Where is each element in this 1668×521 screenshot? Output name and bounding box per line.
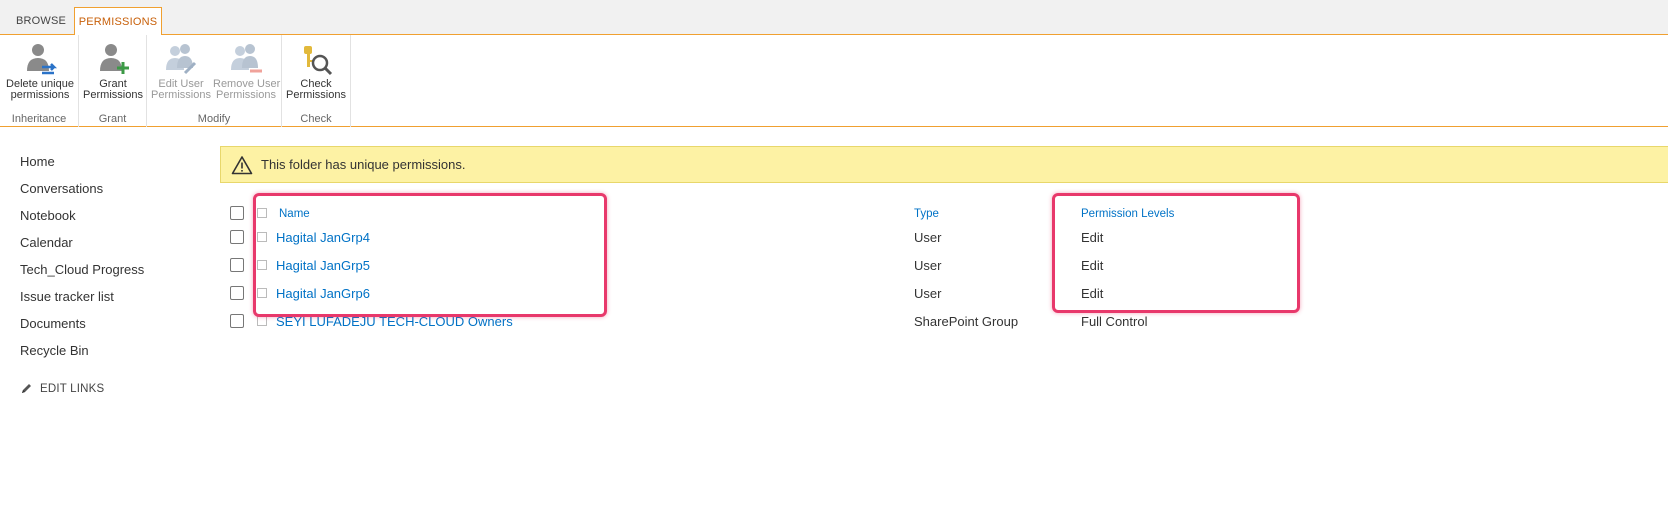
- nav-item-notebook[interactable]: Notebook: [20, 202, 200, 229]
- ribbon-group-grant: Grant Permissions Grant: [79, 35, 147, 127]
- row-checkbox[interactable]: [230, 230, 244, 244]
- row-type: User: [914, 286, 942, 301]
- check-label-2: Permissions: [286, 89, 346, 101]
- nav-item-home[interactable]: Home: [20, 148, 200, 175]
- ribbon-group-inheritance: Delete unique permissions Inheritance: [0, 35, 79, 127]
- table-row: Hagital JanGrp5 User Edit: [220, 252, 1320, 280]
- tab-permissions[interactable]: PERMISSIONS: [74, 7, 162, 36]
- unique-permissions-banner: This folder has unique permissions.: [220, 146, 1668, 183]
- ribbon-group-label-grant: Grant: [98, 113, 127, 125]
- row-type: User: [914, 230, 942, 245]
- select-all-mini-checkbox[interactable]: [257, 208, 267, 218]
- remove-user-permissions-icon: [231, 44, 262, 73]
- left-navigation: Home Conversations Notebook Calendar Tec…: [20, 148, 200, 364]
- table-row: SEYI LUFADEJU TECH-CLOUD Owners SharePoi…: [220, 308, 1320, 336]
- ribbon: Delete unique permissions Inheritance Gr…: [0, 35, 1668, 127]
- ribbon-group-label-check: Check: [300, 113, 332, 125]
- nav-item-calendar[interactable]: Calendar: [20, 229, 200, 256]
- edit-links-label: EDIT LINKS: [40, 382, 105, 395]
- row-checkbox[interactable]: [230, 258, 244, 272]
- warning-icon: [231, 155, 253, 174]
- ribbon-group-modify: Edit User Permissions Remove User Permis…: [147, 35, 282, 127]
- row-permission-level: Edit: [1081, 230, 1104, 245]
- ribbon-tab-bar: BROWSE PERMISSIONS: [0, 0, 1668, 36]
- row-type: SharePoint Group: [914, 314, 1019, 329]
- row-checkbox[interactable]: [230, 314, 244, 328]
- row-mini-checkbox[interactable]: [257, 232, 267, 242]
- ribbon-group-label-inheritance: Inheritance: [11, 113, 67, 125]
- row-name-link[interactable]: Hagital JanGrp5: [276, 252, 370, 280]
- row-mini-checkbox[interactable]: [257, 260, 267, 270]
- delete-unique-permissions-icon: [27, 44, 58, 75]
- edit-links-button[interactable]: EDIT LINKS: [20, 382, 104, 395]
- row-type: User: [914, 258, 942, 273]
- banner-message: This folder has unique permissions.: [261, 157, 466, 172]
- pencil-icon: [22, 384, 31, 393]
- grant-permissions-icon: [100, 44, 129, 74]
- row-checkbox[interactable]: [230, 286, 244, 300]
- grant-permissions-button[interactable]: Grant Permissions: [83, 43, 143, 101]
- nav-item-conversations[interactable]: Conversations: [20, 175, 200, 202]
- edit-user-permissions-icon: [166, 44, 197, 75]
- edit-user-permissions-button[interactable]: Edit User Permissions: [151, 43, 211, 101]
- nav-item-issue-tracker-list[interactable]: Issue tracker list: [20, 283, 200, 310]
- row-mini-checkbox[interactable]: [257, 288, 267, 298]
- check-permissions-button[interactable]: Check Permissions: [286, 43, 346, 101]
- table-row: Hagital JanGrp6 User Edit: [220, 280, 1320, 308]
- row-name-link[interactable]: SEYI LUFADEJU TECH-CLOUD Owners: [276, 308, 513, 336]
- nav-item-tech-cloud-progress[interactable]: Tech_Cloud Progress: [20, 256, 200, 283]
- row-permission-level: Edit: [1081, 258, 1104, 273]
- row-name-link[interactable]: Hagital JanGrp6: [276, 280, 370, 308]
- table-row: Hagital JanGrp4 User Edit: [220, 224, 1320, 252]
- nav-item-documents[interactable]: Documents: [20, 310, 200, 337]
- delete-unique-permissions-button[interactable]: Delete unique permissions: [4, 43, 76, 101]
- ribbon-group-label-modify: Modify: [197, 113, 231, 125]
- delete-unique-label-2: permissions: [10, 89, 70, 101]
- row-permission-level: Edit: [1081, 286, 1104, 301]
- nav-item-recycle-bin[interactable]: Recycle Bin: [20, 337, 200, 364]
- edit-user-label-2: Permissions: [151, 89, 211, 101]
- row-mini-checkbox[interactable]: [257, 316, 267, 326]
- row-permission-level: Full Control: [1081, 314, 1148, 329]
- tab-browse[interactable]: BROWSE: [10, 7, 72, 36]
- check-permissions-icon: [304, 46, 333, 76]
- row-name-link[interactable]: Hagital JanGrp4: [276, 224, 370, 252]
- remove-user-permissions-button[interactable]: Remove User Permissions: [213, 43, 280, 101]
- remove-user-label-2: Permissions: [216, 89, 276, 101]
- grant-label-2: Permissions: [83, 89, 143, 101]
- select-all-checkbox[interactable]: [230, 206, 244, 220]
- ribbon-group-check: Check Permissions Check: [282, 35, 351, 127]
